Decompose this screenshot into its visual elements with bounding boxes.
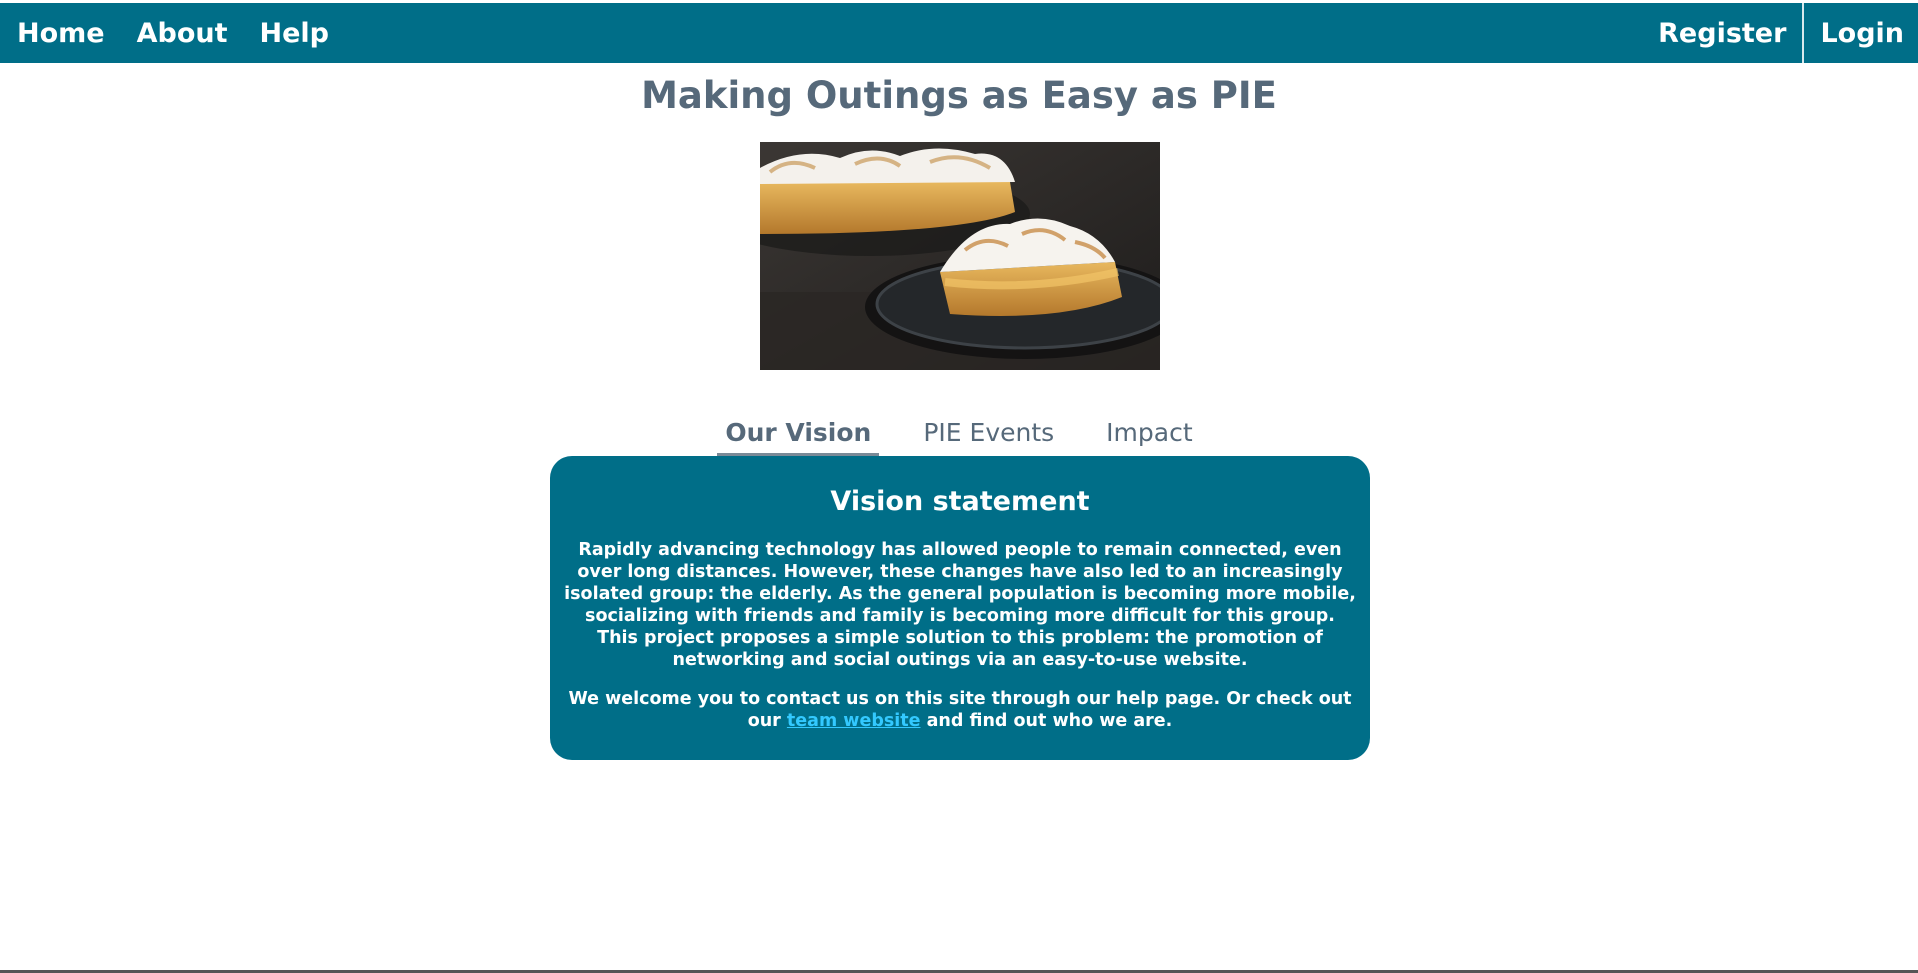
- nav-right: Register Login: [1642, 3, 1918, 63]
- team-website-link[interactable]: team website: [787, 711, 921, 731]
- tab-impact[interactable]: Impact: [1098, 418, 1200, 456]
- nav-login-link[interactable]: Login: [1804, 3, 1918, 63]
- top-navbar: Home About Help Register Login: [0, 3, 1918, 63]
- contact-paragraph: We welcome you to contact us on this sit…: [562, 688, 1358, 732]
- page-title: Making Outings as Easy as PIE: [641, 74, 1277, 117]
- hero-pie-image: [760, 142, 1160, 370]
- panel-heading: Vision statement: [830, 486, 1090, 517]
- tab-our-vision[interactable]: Our Vision: [717, 418, 880, 456]
- contact-text-after: and find out who we are.: [920, 711, 1173, 731]
- nav-about-link[interactable]: About: [121, 3, 244, 63]
- nav-divider: [1802, 3, 1805, 63]
- nav-register-link[interactable]: Register: [1642, 3, 1802, 63]
- vision-paragraph: Rapidly advancing technology has allowed…: [564, 540, 1356, 670]
- vision-panel: Vision statement Rapidly advancing techn…: [550, 456, 1370, 760]
- nav-home-link[interactable]: Home: [0, 3, 121, 63]
- tab-pie-events[interactable]: PIE Events: [915, 418, 1062, 456]
- tab-bar: Our Vision PIE Events Impact: [0, 418, 1918, 456]
- nav-help-link[interactable]: Help: [244, 3, 346, 63]
- nav-left: Home About Help: [0, 3, 345, 63]
